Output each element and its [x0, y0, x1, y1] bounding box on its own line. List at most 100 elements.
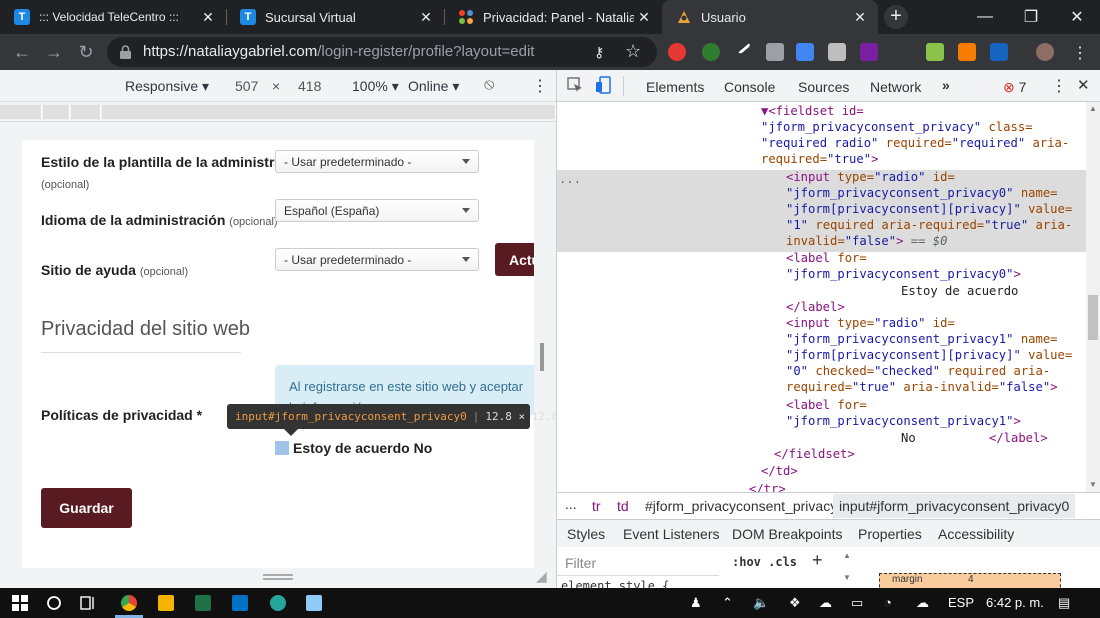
zoom-select[interactable]: 100% ▾: [352, 78, 399, 95]
profile-avatar[interactable]: [1036, 43, 1054, 61]
back-icon[interactable]: ←: [10, 40, 34, 64]
dom-line[interactable]: </fieldset>: [774, 447, 855, 461]
rotate-icon[interactable]: ⦸: [484, 76, 494, 94]
dom-line[interactable]: </label>: [786, 300, 845, 314]
chrome-taskbar-icon[interactable]: [121, 595, 137, 611]
device-mode-icon[interactable]: [595, 76, 611, 94]
wifi-icon[interactable]: ◔: [884, 595, 892, 610]
network-select[interactable]: Online ▾: [408, 78, 459, 95]
dom-line-selected[interactable]: invalid="false"> == $0: [786, 234, 947, 248]
dom-line[interactable]: "jform_privacyconsent_privacy0">: [786, 267, 1021, 281]
chrome-menu-icon[interactable]: ⋮: [1072, 43, 1088, 63]
error-count-badge[interactable]: ⊗ 7: [1003, 79, 1026, 96]
node-actions-icon[interactable]: ...: [559, 172, 581, 186]
forward-icon[interactable]: →: [42, 40, 66, 64]
admin-language-select[interactable]: Español (España): [275, 199, 479, 222]
onedrive-icon[interactable]: ☁: [819, 595, 832, 611]
dom-line-selected[interactable]: <input type="radio" id=: [786, 170, 955, 184]
tab-sources[interactable]: Sources: [798, 79, 849, 95]
close-tab-icon[interactable]: ✕: [850, 7, 870, 27]
tab-privacidad[interactable]: Privacidad: Panel - Natalia G ✕: [444, 0, 662, 34]
clock[interactable]: 6:42 p. m.: [986, 595, 1044, 610]
privacy-consent-radio[interactable]: [275, 441, 289, 455]
breadcrumb-fieldset[interactable]: #jform_privacyconsent_privacy: [645, 498, 837, 514]
dom-line[interactable]: <input type="radio" id=: [786, 316, 955, 330]
close-tab-icon[interactable]: ✕: [416, 7, 436, 27]
tab-properties[interactable]: Properties: [858, 526, 922, 542]
dom-line-selected[interactable]: "1" required aria-required="true" aria-: [786, 218, 1072, 232]
volume-icon[interactable]: 🔈: [753, 595, 769, 611]
close-window-icon[interactable]: ✕: [1054, 0, 1100, 34]
dom-line[interactable]: "jform_privacyconsent_privacy" class=: [761, 120, 1033, 134]
joomla-extension-icon[interactable]: [958, 43, 976, 61]
height-input[interactable]: 418: [298, 78, 321, 94]
cloud-upload-icon[interactable]: ☁: [916, 595, 929, 611]
task-view-icon[interactable]: [80, 595, 96, 611]
bookmark-star-icon[interactable]: ☆: [625, 41, 641, 62]
dom-line[interactable]: "0" checked="checked" required aria-: [786, 364, 1050, 378]
tab-event-listeners[interactable]: Event Listeners: [623, 526, 720, 542]
maximize-icon[interactable]: ❐: [1008, 0, 1054, 34]
dropbox-icon[interactable]: ❖: [789, 595, 801, 611]
tab-velocidad[interactable]: T ::: Velocidad TeleCentro ::: ✕: [0, 0, 226, 34]
dom-line[interactable]: "jform[privacyconsent][privacy]" value=: [786, 348, 1072, 362]
resize-handle-bottom[interactable]: [263, 574, 293, 580]
key-icon[interactable]: ⚷: [594, 44, 604, 61]
adblock-extension-icon[interactable]: [668, 43, 686, 61]
more-tabs-icon[interactable]: »: [942, 77, 950, 93]
dom-line[interactable]: "jform_privacyconsent_privacy1" name=: [786, 332, 1058, 346]
tab-network[interactable]: Network: [870, 79, 921, 95]
dom-line[interactable]: <label for=: [786, 398, 867, 412]
new-style-rule-button[interactable]: +: [812, 550, 823, 571]
devtools-menu-icon[interactable]: ⋮: [1051, 76, 1067, 96]
dom-line[interactable]: required="true" aria-invalid="false">: [786, 380, 1058, 394]
dom-line[interactable]: required="true">: [761, 152, 878, 166]
dom-line[interactable]: Estoy de acuerdo: [901, 284, 1018, 298]
width-input[interactable]: 507: [235, 78, 258, 94]
address-bar[interactable]: https://nataliaygabriel.com/login-regist…: [107, 37, 657, 67]
close-devtools-icon[interactable]: ✕: [1077, 76, 1090, 94]
evernote-extension-icon[interactable]: [702, 43, 720, 61]
onenote-extension-icon[interactable]: [860, 43, 878, 61]
close-tab-icon[interactable]: ✕: [634, 7, 654, 27]
privacy-consent-options[interactable]: Estoy de acuerdo No: [293, 440, 432, 456]
close-tab-icon[interactable]: ✕: [198, 7, 218, 27]
device-select[interactable]: Responsive ▾: [125, 78, 209, 95]
people-icon[interactable]: ♟: [690, 595, 702, 611]
windows-start-icon[interactable]: [12, 595, 28, 611]
inspect-element-icon[interactable]: [567, 77, 583, 93]
breadcrumb-input[interactable]: input#jform_privacyconsent_privacy0: [833, 494, 1076, 518]
scroll-down-icon[interactable]: ▼: [1089, 480, 1097, 489]
vpn-app-icon[interactable]: [270, 595, 286, 611]
save-button[interactable]: Guardar: [41, 488, 132, 528]
pen-extension-icon[interactable]: [735, 39, 751, 55]
breadcrumb-tr[interactable]: tr: [592, 498, 601, 514]
scroll-down-icon[interactable]: ▼: [843, 573, 851, 582]
reload-icon[interactable]: ↻: [74, 40, 98, 64]
more-options-icon[interactable]: ⋮: [532, 76, 548, 96]
tab-accessibility[interactable]: Accessibility: [938, 526, 1014, 542]
tab-elements[interactable]: Elements: [646, 79, 705, 104]
dom-line[interactable]: No: [901, 431, 916, 445]
tab-sucursal[interactable]: T Sucursal Virtual ✕: [226, 0, 444, 34]
file-explorer-icon[interactable]: [158, 595, 174, 611]
chevron-up-icon[interactable]: ⌃: [722, 595, 733, 611]
puzzle-extension-icon[interactable]: [766, 43, 784, 61]
breadcrumb-more[interactable]: ...: [565, 496, 577, 512]
dom-line[interactable]: "required radio" required="required" ari…: [761, 136, 1069, 150]
notes-app-icon[interactable]: [306, 595, 322, 611]
dom-line[interactable]: <label for=: [786, 251, 867, 265]
dom-scrollbar-thumb[interactable]: [1088, 295, 1098, 340]
dom-line[interactable]: </td>: [761, 464, 798, 478]
new-tab-button[interactable]: +: [884, 5, 908, 29]
update-button[interactable]: Actu: [495, 243, 534, 276]
dom-line-selected[interactable]: "jform_privacyconsent_privacy0" name=: [786, 186, 1058, 200]
help-site-select[interactable]: - Usar predeterminado -: [275, 248, 479, 271]
translate-extension-icon[interactable]: [796, 43, 814, 61]
battery-icon[interactable]: ▭: [851, 595, 863, 611]
camera-extension-icon[interactable]: [828, 43, 846, 61]
excel-icon[interactable]: [195, 595, 211, 611]
dom-line[interactable]: </tr>: [749, 482, 786, 492]
extension-icon[interactable]: [926, 43, 944, 61]
resize-handle-vertical[interactable]: [540, 343, 544, 371]
